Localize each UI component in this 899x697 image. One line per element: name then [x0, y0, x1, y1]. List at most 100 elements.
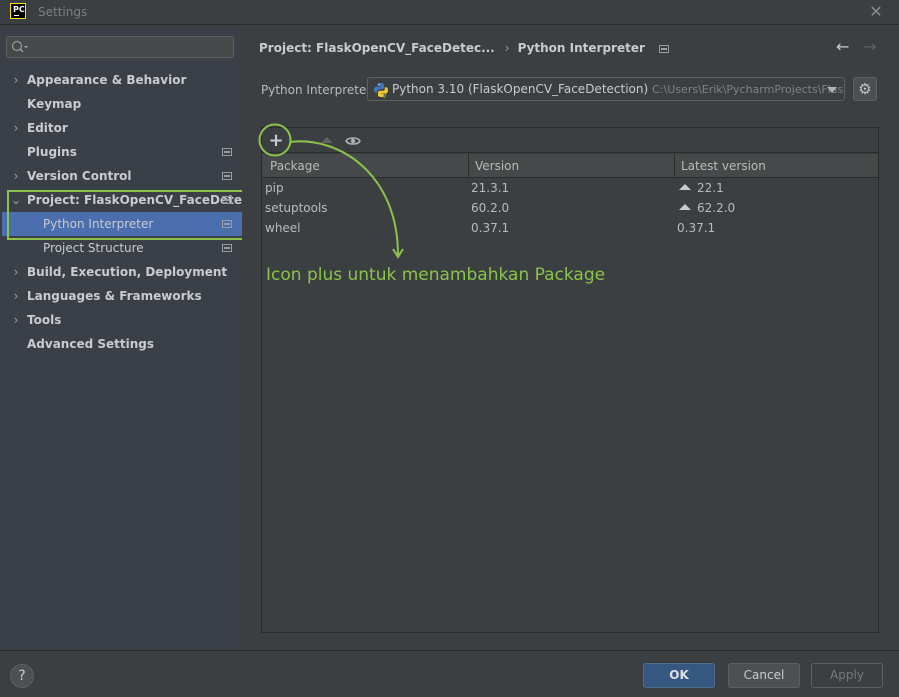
title-bar: PC Settings ✕: [0, 0, 899, 25]
interpreter-label: Python Interpreter:: [261, 83, 376, 97]
table-row[interactable]: pip 21.3.1 22.1: [262, 178, 878, 198]
sidebar-item-label: Appearance & Behavior: [27, 73, 187, 87]
column-divider[interactable]: [674, 154, 675, 178]
sidebar-item-plugins[interactable]: Plugins: [0, 140, 242, 164]
interpreter-name: Python 3.10 (FlaskOpenCV_FaceDetection): [392, 82, 649, 96]
sidebar-item-appearance-behavior[interactable]: › Appearance & Behavior: [0, 68, 242, 92]
svg-text:v: v: [382, 91, 387, 98]
package-name: wheel: [265, 221, 301, 235]
column-header-latest-version[interactable]: Latest version: [681, 154, 766, 178]
package-latest-version: 0.37.1: [677, 221, 716, 235]
project-scope-icon: [222, 220, 232, 228]
upgrade-available-icon: [679, 204, 691, 210]
packages-panel: + − Package Version Latest version pip 2…: [261, 127, 879, 633]
chevron-right-icon: ›: [13, 169, 19, 183]
sidebar-item-python-interpreter[interactable]: Python Interpreter: [2, 212, 242, 236]
interpreter-dropdown[interactable]: v Python 3.10 (FlaskOpenCV_FaceDetection…: [367, 77, 845, 101]
package-version: 60.2.0: [471, 201, 510, 215]
package-latest-version: 62.2.0: [697, 201, 736, 215]
packages-table: Package Version Latest version pip 21.3.…: [262, 154, 878, 238]
settings-sidebar: › Appearance & Behavior Keymap › Editor …: [0, 26, 263, 650]
sidebar-item-label: Advanced Settings: [27, 337, 155, 351]
table-row[interactable]: setuptools 60.2.0 62.2.0: [262, 198, 878, 218]
sidebar-item-keymap[interactable]: Keymap: [0, 92, 242, 116]
window-title: Settings: [38, 5, 88, 19]
add-package-button[interactable]: +: [266, 131, 286, 151]
sidebar-item-label: Keymap: [27, 97, 82, 111]
chevron-down-icon: ⌄: [10, 193, 22, 207]
sidebar-item-languages-frameworks[interactable]: › Languages & Frameworks: [0, 284, 242, 308]
remove-package-button[interactable]: −: [294, 131, 314, 151]
annotation-text: Icon plus untuk menambahkan Package: [266, 265, 606, 285]
arrow-right-icon: →: [863, 37, 877, 56]
project-scope-icon: [222, 196, 232, 204]
package-version: 21.3.1: [471, 181, 510, 195]
chevron-right-icon: ›: [13, 121, 19, 135]
cancel-button[interactable]: Cancel: [728, 663, 800, 688]
breadcrumb-current: Python Interpreter: [517, 41, 645, 55]
eye-icon: [345, 137, 361, 145]
project-scope-icon: [222, 244, 232, 252]
sidebar-item-label: Editor: [27, 121, 68, 135]
table-row[interactable]: wheel 0.37.1 0.37.1: [262, 218, 878, 238]
show-early-releases-button[interactable]: [343, 131, 363, 151]
interpreter-path: C:\Users\Erik\PycharmProjects\FlaskOpe: [652, 83, 844, 96]
sidebar-item-label: Languages & Frameworks: [27, 289, 202, 303]
help-icon: ?: [18, 668, 26, 684]
back-button[interactable]: ←: [836, 37, 849, 56]
package-latest-cell: 62.2.0: [677, 198, 735, 218]
sidebar-item-label: Project Structure: [43, 241, 144, 255]
sidebar-item-tools[interactable]: › Tools: [0, 308, 242, 332]
sidebar-item-project[interactable]: ⌄ Project: FlaskOpenCV_FaceDetec...: [0, 188, 263, 212]
close-icon: ✕: [869, 2, 883, 21]
package-latest-version: 22.1: [697, 181, 724, 195]
sidebar-item-label: Version Control: [27, 169, 132, 183]
project-scope-icon: [222, 172, 232, 180]
help-button[interactable]: ?: [10, 664, 34, 688]
sidebar-item-version-control[interactable]: › Version Control: [0, 164, 242, 188]
dropdown-arrow-icon: [827, 87, 837, 93]
sidebar-item-editor[interactable]: › Editor: [0, 116, 242, 140]
ok-button[interactable]: OK: [643, 663, 715, 688]
interpreter-settings-button[interactable]: ⚙: [853, 77, 877, 101]
package-name: pip: [265, 181, 284, 195]
upgrade-available-icon: [679, 184, 691, 190]
column-divider[interactable]: [468, 154, 469, 178]
package-latest-cell: 22.1: [677, 178, 724, 198]
breadcrumb-separator: ›: [504, 41, 510, 55]
search-input[interactable]: [33, 38, 229, 56]
packages-toolbar: + −: [262, 128, 878, 153]
project-scope-icon: [222, 148, 232, 156]
column-header-version[interactable]: Version: [475, 154, 519, 178]
search-icon: [11, 40, 28, 53]
project-scope-icon: [658, 44, 669, 53]
dialog-footer: ? OK Cancel Apply: [0, 650, 899, 697]
sidebar-item-build-execution-deployment[interactable]: › Build, Execution, Deployment: [0, 260, 242, 284]
package-name: setuptools: [265, 201, 328, 215]
apply-button[interactable]: Apply: [811, 663, 883, 688]
sidebar-item-label: Tools: [27, 313, 62, 327]
sidebar-item-label: Build, Execution, Deployment: [27, 265, 228, 279]
sidebar-item-project-structure[interactable]: Project Structure: [0, 236, 242, 260]
sidebar-item-label: Plugins: [27, 145, 77, 159]
gear-icon: ⚙: [858, 80, 872, 98]
chevron-right-icon: ›: [13, 289, 19, 303]
chevron-right-icon: ›: [13, 265, 19, 279]
search-field[interactable]: [6, 36, 234, 58]
arrow-left-icon: ←: [836, 37, 850, 56]
sidebar-item-advanced-settings[interactable]: Advanced Settings: [0, 332, 242, 356]
sidebar-item-label: Python Interpreter: [43, 217, 154, 231]
settings-content: Project: FlaskOpenCV_FaceDetec... › Python…: [242, 26, 899, 650]
python-icon: v: [374, 83, 388, 98]
breadcrumb: Project: FlaskOpenCV_FaceDetec... › Python…: [259, 41, 669, 55]
breadcrumb-parent[interactable]: Project: FlaskOpenCV_FaceDetec...: [259, 41, 495, 55]
forward-button[interactable]: →: [863, 37, 876, 56]
pycharm-logo-icon: PC: [10, 3, 26, 19]
minus-icon: −: [297, 131, 311, 150]
interpreter-name-wrapper: Python 3.10 (FlaskOpenCV_FaceDetection) C…: [392, 82, 844, 96]
upgrade-package-button[interactable]: [317, 131, 337, 151]
table-header: Package Version Latest version: [262, 154, 878, 178]
close-button[interactable]: ✕: [867, 3, 885, 21]
column-header-package[interactable]: Package: [270, 154, 320, 178]
chevron-right-icon: ›: [13, 313, 19, 327]
